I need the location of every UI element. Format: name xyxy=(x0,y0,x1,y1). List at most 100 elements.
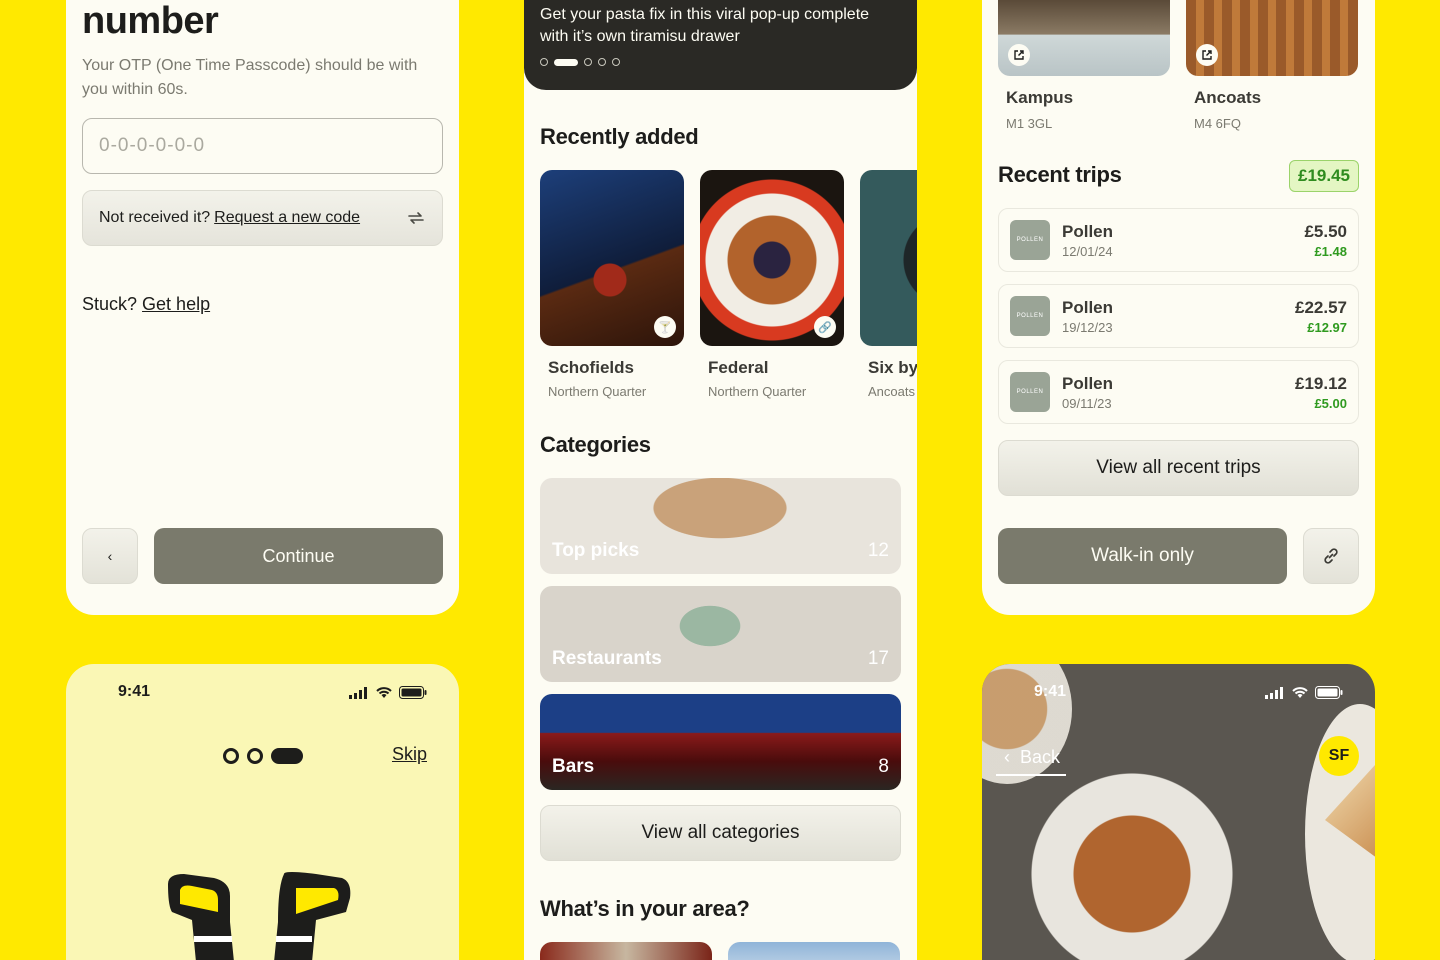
skip-link[interactable]: Skip xyxy=(392,744,427,765)
stuck-help: Stuck? Get help xyxy=(82,294,210,315)
continue-button[interactable]: Continue xyxy=(154,528,443,584)
location-name: Kampus xyxy=(1006,88,1074,107)
pollen-logo: POLLEN xyxy=(1010,372,1050,412)
chevron-left-icon: ‹ xyxy=(1004,746,1010,767)
battery-icon xyxy=(399,686,427,699)
battery-icon xyxy=(1315,686,1343,699)
area-carousel xyxy=(540,942,900,960)
onboarding-screen: 9:41 Skip xyxy=(66,664,459,960)
pollen-logo: POLLEN xyxy=(1010,220,1050,260)
signal-icon xyxy=(1265,686,1283,699)
trip-date: 19/12/23 xyxy=(1062,320,1113,335)
pager-dot[interactable] xyxy=(584,58,592,66)
refresh-icon[interactable] xyxy=(406,208,426,228)
category-count: 8 xyxy=(878,756,889,777)
pager-dot[interactable] xyxy=(540,58,548,66)
stuck-prefix: Stuck? xyxy=(82,294,138,314)
venue-card[interactable]: Six by Ancoats xyxy=(860,170,917,399)
pager-dot[interactable] xyxy=(223,748,239,764)
trip-amount: £5.50 xyxy=(1304,222,1347,241)
avatar[interactable]: SF xyxy=(1319,736,1359,776)
area-image[interactable] xyxy=(540,942,712,960)
link-icon xyxy=(1324,548,1338,564)
view-all-trips-button[interactable]: View all recent trips xyxy=(998,440,1359,496)
recently-added-carousel: 🍸 Schofields Northern Quarter 🔗 Federal … xyxy=(540,170,917,399)
category-label: Top picks xyxy=(552,540,640,561)
section-title-recent-trips: Recent trips xyxy=(998,162,1122,187)
location-image xyxy=(998,0,1170,76)
venue-image: 🍸 xyxy=(540,170,684,346)
back-button[interactable]: ‹ Back xyxy=(996,740,1067,776)
venue-card[interactable]: 🔗 Federal Northern Quarter xyxy=(700,170,844,399)
resend-code-panel: Not received it? Request a new code xyxy=(82,190,443,246)
link-icon: 🔗 xyxy=(814,316,836,338)
back-button[interactable]: ‹ xyxy=(82,528,138,584)
share-link-button[interactable] xyxy=(1303,528,1359,584)
pager-dot[interactable] xyxy=(612,58,620,66)
category-bars[interactable]: Bars 8 xyxy=(540,694,901,790)
hero-text: Get your pasta fix in this viral pop-up … xyxy=(540,6,870,45)
external-link-icon[interactable] xyxy=(1196,44,1218,66)
resend-prefix: Not received it? xyxy=(99,209,211,226)
section-title-area: What’s in your area? xyxy=(540,896,750,921)
pager-dot-active[interactable] xyxy=(271,748,303,764)
location-card[interactable]: Ancoats M4 6FQ xyxy=(1186,0,1358,131)
venue-image xyxy=(860,170,917,346)
venue-name: Six by xyxy=(868,358,917,377)
trip-name: Pollen xyxy=(1062,374,1114,393)
category-restaurants[interactable]: Restaurants 17 xyxy=(540,586,901,682)
view-all-categories-button[interactable]: View all categories xyxy=(540,805,901,861)
request-new-code-link[interactable]: Request a new code xyxy=(214,209,360,227)
otp-input[interactable] xyxy=(82,118,443,174)
status-bar: 9:41 xyxy=(982,680,1375,706)
venue-name: Federal xyxy=(708,358,769,377)
wifi-icon xyxy=(376,687,392,698)
section-title-recently-added: Recently added xyxy=(540,124,699,149)
trip-row[interactable]: POLLEN Pollen 19/12/23 £22.57 £12.97 xyxy=(998,284,1359,348)
status-time: 9:41 xyxy=(118,683,151,700)
pager-dot-active[interactable] xyxy=(554,58,578,66)
page-title: number xyxy=(82,0,219,42)
trip-row[interactable]: POLLEN Pollen 12/01/24 £5.50 £1.48 xyxy=(998,208,1359,272)
signal-icon xyxy=(349,686,367,699)
cocktail-icon: 🍸 xyxy=(654,316,676,338)
onboarding-pager xyxy=(223,748,303,764)
venue-area: Northern Quarter xyxy=(708,384,807,399)
get-help-link[interactable]: Get help xyxy=(142,294,210,314)
area-image[interactable] xyxy=(728,942,900,960)
venue-area: Northern Quarter xyxy=(548,384,647,399)
trip-saving: £5.00 xyxy=(1314,396,1347,411)
trip-saving: £12.97 xyxy=(1307,320,1347,335)
otp-screen: number Your OTP (One Time Passcode) shou… xyxy=(66,0,459,615)
venue-detail-screen: 9:41 ‹ Back SF xyxy=(982,664,1375,960)
pager-dot[interactable] xyxy=(598,58,606,66)
section-title-categories: Categories xyxy=(540,432,651,457)
trip-name: Pollen xyxy=(1062,222,1114,241)
venue-image: 🔗 xyxy=(700,170,844,346)
trip-amount: £22.57 xyxy=(1295,298,1347,317)
categories-list: Top picks 12 Restaurants 17 Bars 8 xyxy=(540,478,901,802)
otp-description: Your OTP (One Time Passcode) should be w… xyxy=(82,57,418,98)
category-count: 12 xyxy=(867,540,889,561)
external-link-icon[interactable] xyxy=(1008,44,1030,66)
trips-screen: Kampus M1 3GL Ancoats M4 6FQ Recent trip… xyxy=(982,0,1375,615)
venue-card[interactable]: 🍸 Schofields Northern Quarter xyxy=(540,170,684,399)
featured-hero[interactable]: Get your pasta fix in this viral pop-up … xyxy=(524,0,917,90)
category-top-picks[interactable]: Top picks 12 xyxy=(540,478,901,574)
trip-row[interactable]: POLLEN Pollen 09/11/23 £19.12 £5.00 xyxy=(998,360,1359,424)
pollen-logo: POLLEN xyxy=(1010,296,1050,336)
status-time: 9:41 xyxy=(1034,683,1067,700)
savings-total-badge: £19.45 xyxy=(1289,160,1359,192)
hero-pager xyxy=(540,58,620,66)
location-card[interactable]: Kampus M1 3GL xyxy=(998,0,1170,131)
trip-date: 09/11/23 xyxy=(1062,396,1112,411)
trip-date: 12/01/24 xyxy=(1062,244,1113,259)
wifi-icon xyxy=(1292,687,1308,698)
boots-illustration-icon xyxy=(168,872,351,960)
location-postcode: M1 3GL xyxy=(1006,116,1053,131)
status-bar: 9:41 xyxy=(66,680,459,706)
pager-dot[interactable] xyxy=(247,748,263,764)
venue-name: Schofields xyxy=(548,358,634,377)
walk-in-only-button[interactable]: Walk-in only xyxy=(998,528,1287,584)
location-image xyxy=(1186,0,1358,76)
